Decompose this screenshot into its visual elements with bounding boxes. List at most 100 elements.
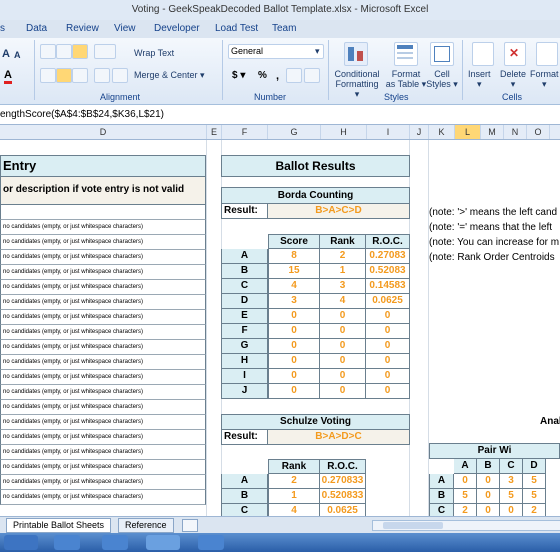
format-as-table-button[interactable]: Format as Table ▾ (384, 69, 428, 90)
rank-cell: 3 (320, 279, 366, 294)
entry-row: no candidates (empty, or just whitespace… (0, 325, 206, 340)
grow-font-button[interactable]: A (2, 48, 10, 60)
decrease-indent-icon[interactable] (94, 68, 110, 83)
comma-button[interactable]: , (276, 70, 279, 82)
tab-developer[interactable]: Developer (154, 23, 200, 34)
col-header-e[interactable]: E (207, 125, 222, 139)
col-header-k[interactable]: K (429, 125, 455, 139)
align-center-icon[interactable] (56, 68, 72, 83)
col-header-f[interactable]: F (222, 125, 268, 139)
decrease-decimal-icon[interactable] (304, 68, 320, 83)
rank-cell: 0 (320, 354, 366, 369)
pair-wins-row-header: A (429, 474, 454, 489)
borda-result-label: Result: (221, 204, 268, 219)
taskbar-app-icon[interactable] (198, 535, 224, 550)
increase-decimal-icon[interactable] (286, 68, 302, 83)
percent-button[interactable]: % (258, 70, 267, 81)
col-header-j[interactable]: J (410, 125, 429, 139)
roc-cell: 0 (366, 309, 410, 324)
insert-cells-icon[interactable] (472, 42, 494, 66)
schulze-result-label: Result: (221, 430, 268, 445)
entry-row: no candidates (empty, or just whitespace… (0, 415, 206, 430)
candidate-label: E (221, 309, 268, 324)
col-header-d[interactable]: D (0, 125, 207, 139)
formula-text[interactable]: engthScore($A$4:$B$24,$K36,L$21) (0, 109, 164, 120)
sheet-tab-printable[interactable]: Printable Ballot Sheets (6, 518, 112, 533)
entry-row (0, 205, 206, 220)
tab-data[interactable]: Data (26, 23, 47, 34)
tab-team[interactable]: Team (272, 23, 296, 34)
analysis-label: Anal (540, 416, 560, 427)
rank-cell: 4 (320, 294, 366, 309)
pair-wins-cell: 5 (500, 489, 523, 504)
new-sheet-icon[interactable] (182, 519, 198, 532)
col-header-i[interactable]: I (367, 125, 410, 139)
score-cell: 0 (268, 309, 320, 324)
merge-center-button[interactable]: Merge & Center ▾ (134, 70, 205, 81)
col-header-m[interactable]: M (481, 125, 504, 139)
tab-review[interactable]: Review (66, 23, 99, 34)
schulze-result-value: B>A>D>C (268, 430, 410, 445)
tab-formulas[interactable]: s (0, 23, 5, 34)
align-bottom-icon[interactable] (72, 44, 88, 59)
number-format-select[interactable]: General ▾ (228, 44, 324, 59)
schulze-candidate-label: C (221, 504, 268, 516)
taskbar-excel-icon[interactable] (146, 535, 180, 550)
tab-view[interactable]: View (114, 23, 136, 34)
shrink-font-button[interactable]: A (14, 50, 21, 60)
rank-cell: 0 (320, 324, 366, 339)
roc-cell: 0 (366, 339, 410, 354)
conditional-formatting-icon[interactable] (344, 42, 368, 66)
entry-row: no candidates (empty, or just whitespace… (0, 280, 206, 295)
col-header-g[interactable]: G (268, 125, 321, 139)
pair-wins-cell: 0 (500, 504, 523, 516)
format-cells-icon[interactable] (536, 42, 558, 66)
delete-cells-icon[interactable]: ✕ (504, 42, 526, 66)
col-header-n[interactable]: N (504, 125, 527, 139)
entry-row: no candidates (empty, or just whitespace… (0, 460, 206, 475)
cell-styles-icon[interactable] (430, 42, 454, 66)
pair-wins-cell: 3 (500, 474, 523, 489)
delete-button[interactable]: Delete ▾ (500, 69, 526, 90)
entry-row: no candidates (empty, or just whitespace… (0, 295, 206, 310)
ballot-results-title: Ballot Results (221, 155, 410, 177)
tab-load-test[interactable]: Load Test (215, 23, 258, 34)
schulze-candidate-label: A (221, 474, 268, 489)
formula-bar[interactable]: engthScore($A$4:$B$24,$K36,L$21) (0, 105, 560, 125)
orientation-icon[interactable] (94, 44, 116, 59)
align-middle-icon[interactable] (56, 44, 72, 59)
taskbar-app-icon[interactable] (54, 535, 80, 550)
currency-button[interactable]: $ ▾ (232, 70, 245, 81)
insert-button[interactable]: Insert ▾ (468, 69, 491, 90)
increase-indent-icon[interactable] (112, 68, 128, 83)
wrap-text-button[interactable]: Wrap Text (134, 48, 174, 58)
rank-cell: 0 (320, 384, 366, 399)
sheet-tab-reference[interactable]: Reference (118, 518, 174, 533)
cell-styles-button[interactable]: Cell Styles ▾ (426, 69, 458, 90)
col-header-h[interactable]: H (321, 125, 367, 139)
pair-wins-cell: 0 (454, 474, 477, 489)
borda-result-value: B>A>C>D (268, 204, 410, 219)
align-right-icon[interactable] (72, 68, 88, 83)
align-left-icon[interactable] (40, 68, 56, 83)
taskbar-app-icon[interactable] (102, 535, 128, 550)
entry-row: no candidates (empty, or just whitespace… (0, 265, 206, 280)
worksheet-grid[interactable]: Entry or description if vote entry is no… (0, 140, 560, 516)
horizontal-scrollbar[interactable] (372, 520, 560, 531)
col-header-o[interactable]: O (527, 125, 550, 139)
pair-wins-col-header: A (454, 459, 477, 474)
pair-wins-row-header: B (429, 489, 454, 504)
start-button-icon[interactable] (4, 535, 38, 550)
pair-wins-cell: 2 (523, 504, 546, 516)
format-as-table-icon[interactable] (394, 42, 418, 66)
col-header-l[interactable]: L (455, 125, 481, 139)
font-color-button[interactable]: A (4, 70, 12, 84)
entry-row: no candidates (empty, or just whitespace… (0, 430, 206, 445)
candidate-label: D (221, 294, 268, 309)
rank-cell: 0 (320, 309, 366, 324)
note-2: (note: '=' means that the left (429, 222, 553, 233)
entry-row: no candidates (empty, or just whitespace… (0, 400, 206, 415)
conditional-formatting-button[interactable]: Conditional Formatting ▾ (334, 69, 380, 100)
align-top-icon[interactable] (40, 44, 56, 59)
format-button[interactable]: Format ▾ (530, 69, 559, 90)
